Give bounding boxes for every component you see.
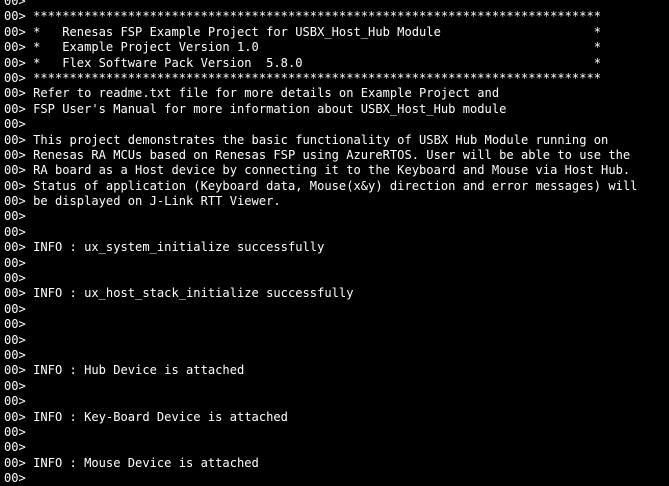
terminal-prefix: 00> bbox=[4, 178, 26, 193]
terminal-line: 00> INFO : ux_system_initialize successf… bbox=[4, 240, 669, 255]
terminal-line: 00> Refer to readme.txt file for more de… bbox=[4, 86, 669, 101]
terminal-line: 00> * Example Project Version 1.0 * bbox=[4, 40, 669, 55]
terminal-prefix: 00> bbox=[4, 40, 26, 55]
terminal-line: 00> ************************************… bbox=[4, 9, 669, 24]
terminal-prefix: 00> bbox=[4, 455, 26, 470]
terminal-line: 00> bbox=[4, 471, 669, 486]
terminal-line-text: ****************************************… bbox=[25, 9, 602, 24]
terminal-line: 00> bbox=[4, 209, 669, 224]
terminal-prefix: 00> bbox=[4, 332, 26, 347]
terminal-line-text: Refer to readme.txt file for more detail… bbox=[25, 86, 500, 101]
terminal-line: 00> bbox=[4, 379, 669, 394]
terminal-line-text: * Flex Software Pack Version 5.8.0 * bbox=[25, 55, 602, 70]
terminal-line: 00> bbox=[4, 440, 669, 455]
terminal-line: 00> bbox=[4, 117, 669, 132]
terminal-line: 00> Renesas RA MCUs based on Renesas FSP… bbox=[4, 148, 669, 163]
terminal-line-text: ****************************************… bbox=[25, 70, 602, 85]
terminal-line-text: be displayed on J-Link RTT Viewer. bbox=[25, 194, 281, 209]
terminal-prefix: 00> bbox=[4, 0, 26, 8]
terminal-prefix: 00> bbox=[4, 147, 26, 162]
terminal-prefix: 00> bbox=[4, 440, 26, 455]
terminal-prefix: 00> bbox=[4, 471, 26, 486]
terminal-prefix: 00> bbox=[4, 86, 26, 101]
terminal-line: 00> INFO : Hub Device is attached bbox=[4, 363, 669, 378]
terminal-line: 00> INFO : ux_host_stack_initialize succ… bbox=[4, 286, 669, 301]
terminal-line: 00> bbox=[4, 394, 669, 409]
terminal-line: 00> be displayed on J-Link RTT Viewer. bbox=[4, 194, 669, 209]
terminal-prefix: 00> bbox=[4, 194, 26, 209]
terminal-line-text: * Example Project Version 1.0 * bbox=[25, 40, 602, 55]
terminal-line: 00> RA board as a Host device by connect… bbox=[4, 163, 669, 178]
terminal-prefix: 00> bbox=[4, 347, 26, 362]
terminal-line: 00> bbox=[4, 348, 669, 363]
terminal-prefix: 00> bbox=[4, 286, 26, 301]
terminal-line: 00> * Flex Software Pack Version 5.8.0 * bbox=[4, 56, 669, 71]
terminal-line: 00> Status of application (Keyboard data… bbox=[4, 179, 669, 194]
terminal-prefix: 00> bbox=[4, 394, 26, 409]
terminal-line: 00> bbox=[4, 302, 669, 317]
terminal-prefix: 00> bbox=[4, 317, 26, 332]
terminal-line: 00> INFO : Key-Board Device is attached bbox=[4, 410, 669, 425]
terminal-line: 00> bbox=[4, 317, 669, 332]
terminal-prefix: 00> bbox=[4, 378, 26, 393]
terminal-line: 00> FSP User's Manual for more informati… bbox=[4, 102, 669, 117]
terminal-line: 00> bbox=[4, 425, 669, 440]
terminal-line: 00> bbox=[4, 256, 669, 271]
terminal-line-text: INFO : ux_host_stack_initialize successf… bbox=[25, 286, 354, 301]
terminal-prefix: 00> bbox=[4, 132, 26, 147]
terminal-prefix: 00> bbox=[4, 255, 26, 270]
terminal-line: 00> bbox=[4, 225, 669, 240]
terminal-line-text: FSP User's Manual for more information a… bbox=[25, 101, 507, 116]
terminal-line-text: RA board as a Host device by connecting … bbox=[25, 163, 631, 178]
terminal-prefix: 00> bbox=[4, 163, 26, 178]
terminal-line: 00> ************************************… bbox=[4, 71, 669, 86]
terminal-prefix: 00> bbox=[4, 209, 26, 224]
terminal-prefix: 00> bbox=[4, 363, 26, 378]
terminal-prefix: 00> bbox=[4, 70, 26, 85]
terminal-prefix: 00> bbox=[4, 24, 26, 39]
terminal-line: 00> bbox=[4, 271, 669, 286]
terminal-line-text: INFO : Mouse Device is attached bbox=[25, 455, 259, 470]
terminal-prefix: 00> bbox=[4, 424, 26, 439]
terminal-line-text: Renesas RA MCUs based on Renesas FSP usi… bbox=[25, 147, 631, 162]
terminal-line-text: This project demonstrates the basic func… bbox=[25, 132, 609, 147]
terminal-line-text: INFO : Hub Device is attached bbox=[25, 363, 245, 378]
terminal-output: 00> 00> *********************************… bbox=[4, 0, 669, 486]
terminal-prefix: 00> bbox=[4, 271, 26, 286]
rtt-viewer-terminal[interactable]: 00> 00> *********************************… bbox=[0, 0, 669, 486]
terminal-line: 00> INFO : Mouse Device is attached bbox=[4, 456, 669, 471]
terminal-prefix: 00> bbox=[4, 55, 26, 70]
terminal-prefix: 00> bbox=[4, 117, 26, 132]
terminal-prefix: 00> bbox=[4, 9, 26, 24]
terminal-prefix: 00> bbox=[4, 101, 26, 116]
terminal-prefix: 00> bbox=[4, 224, 26, 239]
terminal-prefix: 00> bbox=[4, 301, 26, 316]
terminal-prefix: 00> bbox=[4, 409, 26, 424]
terminal-line: 00> * Renesas FSP Example Project for US… bbox=[4, 25, 669, 40]
terminal-line: 00> This project demonstrates the basic … bbox=[4, 133, 669, 148]
terminal-line-text: INFO : ux_system_initialize successfully bbox=[25, 240, 325, 255]
terminal-line: 00> bbox=[4, 0, 669, 9]
terminal-line: 00> bbox=[4, 333, 669, 348]
terminal-line-text: INFO : Key-Board Device is attached bbox=[25, 409, 288, 424]
terminal-prefix: 00> bbox=[4, 240, 26, 255]
terminal-line-text: * Renesas FSP Example Project for USBX_H… bbox=[25, 24, 602, 39]
terminal-line-text: Status of application (Keyboard data, Mo… bbox=[25, 178, 638, 193]
